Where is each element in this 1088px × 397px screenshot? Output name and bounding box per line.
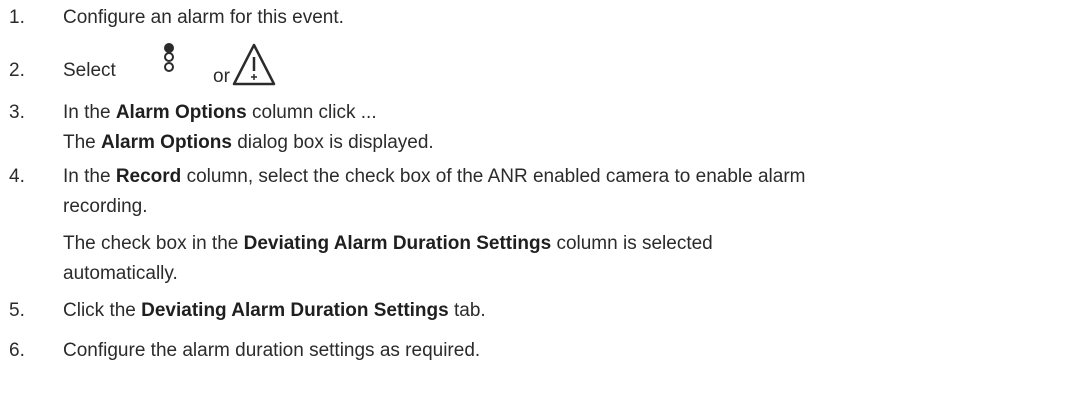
step-line: The check box in the Deviating Alarm Dur… [63, 233, 713, 255]
step-text: Configure the alarm duration settings as… [63, 340, 481, 361]
text-fragment: column is selected [551, 233, 713, 254]
text-fragment: column, select the check box of the ANR … [181, 166, 806, 187]
ui-term-alarm-options: Alarm Options [115, 102, 247, 123]
step-line: Click the Deviating Alarm Duration Setti… [63, 300, 486, 322]
step-number: 3. [9, 102, 25, 123]
text-fragment: In the [63, 166, 116, 187]
text-fragment: dialog box is displayed. [231, 132, 434, 153]
step-text: Configure an alarm for this event. [63, 7, 344, 28]
step-number: 4. [9, 166, 25, 187]
step-line: The Alarm Options dialog box is displaye… [63, 132, 434, 154]
ui-term-deviating-alarm-duration-settings: Deviating Alarm Duration Settings [141, 300, 449, 321]
alarm-indicator-stack-icon [164, 43, 174, 72]
text-fragment: column click ... [246, 102, 377, 123]
ui-term-alarm-options: Alarm Options [101, 132, 232, 153]
step-line: automatically. [63, 263, 178, 284]
text-fragment: The [63, 132, 102, 153]
step-line: In the Alarm Options column click ... [63, 102, 377, 124]
ui-term-deviating-alarm-duration-settings: Deviating Alarm Duration Settings [243, 233, 552, 254]
step-number: 1. [9, 7, 25, 28]
step-text-select: Select [63, 60, 116, 81]
text-fragment: The check box in the [63, 233, 244, 254]
text-fragment: tab. [448, 300, 486, 321]
text-fragment: Click the [63, 300, 142, 321]
step-line: In the Record column, select the check b… [63, 166, 805, 188]
ui-term-record: Record [115, 166, 182, 187]
warning-triangle-icon [232, 43, 276, 86]
step-number: 5. [9, 300, 25, 321]
step-text-or: or [213, 66, 230, 87]
step-number: 2. [9, 60, 25, 81]
step-number: 6. [9, 340, 25, 361]
step-line: recording. [63, 196, 148, 217]
document-page: { "steps": [ { "number": "1.", "text": "… [0, 0, 1088, 397]
text-fragment: In the [63, 102, 116, 123]
